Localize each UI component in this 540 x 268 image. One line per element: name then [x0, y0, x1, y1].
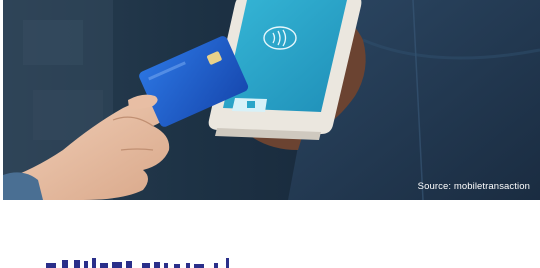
- page: Source: mobiletransaction: [0, 0, 540, 268]
- payment-photo-illustration: [3, 0, 540, 200]
- headline-cropped: [46, 258, 246, 268]
- payment-photo: Source: mobiletransaction: [3, 0, 540, 200]
- photo-source-caption: Source: mobiletransaction: [417, 181, 530, 192]
